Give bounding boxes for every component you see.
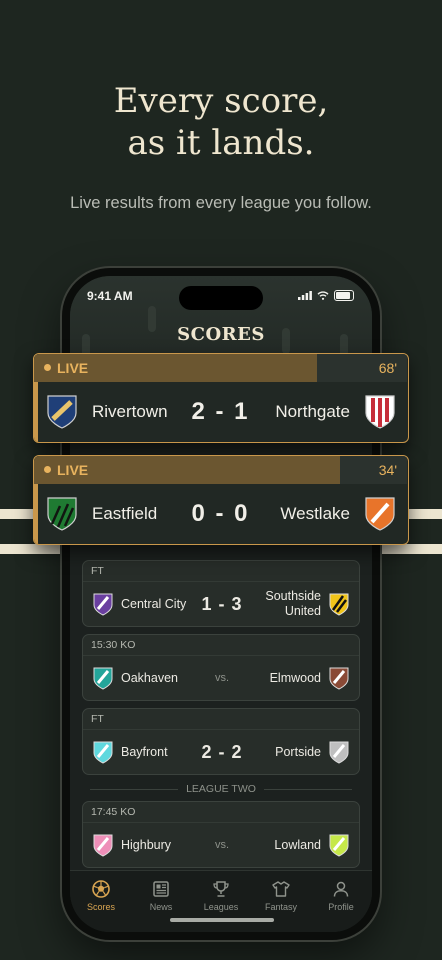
newspaper-icon [153,881,169,897]
away-team-line-2: United [284,604,321,618]
live-label: LIVE [57,360,89,376]
crest-stripes-icon [329,593,349,616]
match-row: Central City 1 - 3 Southside United [83,582,359,626]
crest-sash-icon [329,834,349,857]
live-header: LIVE 34' [34,456,407,484]
crest-sash-icon [329,741,349,764]
live-header: LIVE 68' [34,354,407,382]
shirt-icon [272,881,290,897]
match-minute: 68' [378,360,397,376]
match-status: 15:30 KO [83,635,359,656]
league-divider: LEAGUE TWO [90,782,352,796]
match-card[interactable]: 17:45 KO Highbury vs. Lowland [82,801,360,868]
tab-news[interactable]: News [131,879,191,912]
tab-label: Fantasy [264,902,297,912]
signal-icon [298,291,312,300]
status-bar: 9:41 AM [70,276,372,312]
match-row: Bayfront 2 - 2 Portside [83,730,359,774]
tab-bar: Scores News Leagues Fantasy Profile [70,870,372,932]
status-icons [298,290,354,301]
live-match-card[interactable]: LIVE 34' Eastfield 0 - 0 Westlake [33,455,409,545]
away-team: Lowland [274,837,321,852]
tab-profile[interactable]: Profile [311,879,371,912]
headline-line-2: as it lands. [127,123,315,163]
live-badge: LIVE [44,456,88,484]
ball-icon [92,880,110,898]
match-card[interactable]: FT Bayfront 2 - 2 Portside [82,708,360,775]
match-score: 0 - 0 [191,500,250,527]
match-status: FT [83,709,359,730]
league-divider-label: LEAGUE TWO [178,783,264,795]
promo-headline: Every score, as it lands. [0,80,442,164]
screen-title: SCORES [177,324,265,345]
headline-line-1: Every score, [113,81,329,121]
tab-label: News [149,902,173,912]
away-team: Westlake [280,504,350,523]
tab-label: Leagues [203,902,239,912]
status-time: 9:41 AM [87,289,133,303]
crest-sash-icon [365,497,395,531]
dynamic-island [179,286,263,310]
trophy-icon [213,881,229,897]
promo-subhead: Live results from every league you follo… [70,194,372,212]
away-team-line-1: Southside [265,589,321,603]
match-row: Highbury vs. Lowland [83,823,359,867]
live-label: LIVE [57,462,89,478]
match-status: FT [83,561,359,582]
away-team: Northgate [275,402,350,421]
tab-fantasy[interactable]: Fantasy [251,879,311,912]
away-team: Elmwood [269,670,321,685]
battery-icon [334,290,354,301]
tab-label: Scores [86,902,115,912]
match-score: 2 - 1 [191,398,250,425]
away-team: Portside [275,744,321,759]
live-dot-icon [44,466,51,473]
live-badge: LIVE [44,354,88,382]
wifi-icon [317,291,329,300]
match-status: 17:45 KO [83,802,359,823]
live-match-card[interactable]: LIVE 68' Rivertown 2 - 1 Northgate [33,353,409,443]
live-dot-icon [44,364,51,371]
match-row: Oakhaven vs. Elmwood [83,656,359,700]
match-card[interactable]: FT Central City 1 - 3 Southside United [82,560,360,627]
tab-leagues[interactable]: Leagues [191,879,251,912]
away-team: Southside United [265,582,321,626]
match-minute: 34' [378,462,397,478]
crest-stripes-icon [365,395,395,429]
tab-scores[interactable]: Scores [71,879,131,912]
match-card[interactable]: 15:30 KO Oakhaven vs. Elmwood [82,634,360,701]
home-indicator [170,918,274,922]
person-icon [333,881,349,897]
crest-sash-icon [329,667,349,690]
tab-label: Profile [328,902,354,912]
